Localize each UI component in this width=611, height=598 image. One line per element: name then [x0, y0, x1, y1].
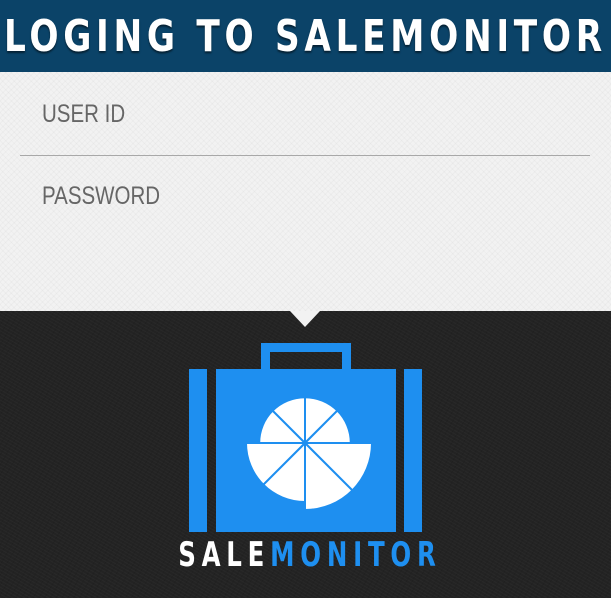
briefcase-right-strap	[404, 369, 422, 532]
brand-sale-text: SALE	[178, 535, 271, 575]
brand-wordmark: SALEMONITOR	[178, 533, 436, 577]
page-title: LOGING TO SALEMONITOR	[4, 10, 607, 62]
field-divider	[20, 155, 590, 156]
brand-monitor-text: MONITOR	[270, 535, 442, 575]
briefcase-left-strap	[189, 369, 207, 532]
password-field-wrapper	[20, 174, 591, 218]
briefcase-handle	[261, 343, 351, 369]
app-header: LOGING TO SALEMONITOR	[0, 0, 611, 72]
password-input[interactable]	[42, 174, 591, 218]
login-form	[0, 72, 611, 311]
user-id-field-wrapper	[20, 92, 591, 136]
briefcase-pie-chart-icon	[189, 343, 422, 532]
user-id-input[interactable]	[42, 92, 591, 136]
pointer-arrow	[290, 311, 320, 327]
